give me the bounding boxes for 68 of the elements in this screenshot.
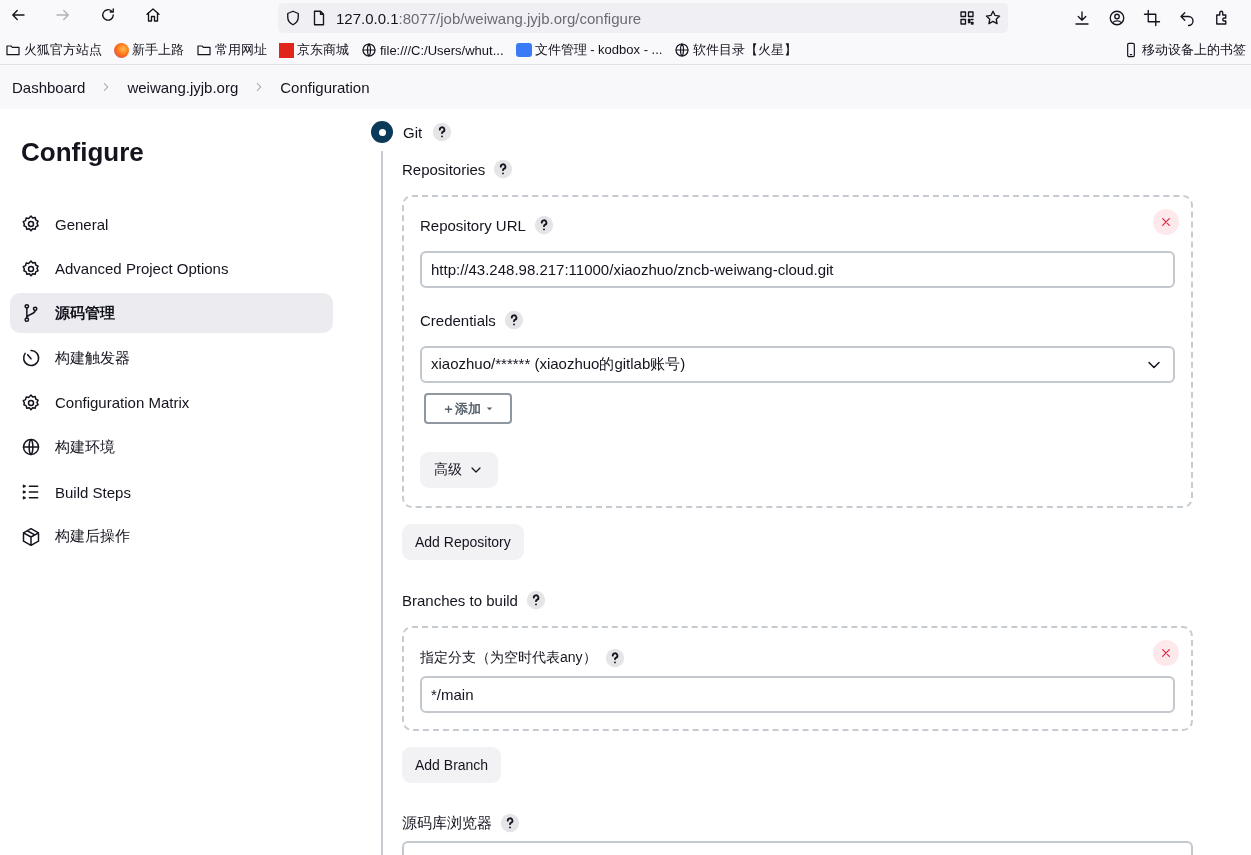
folder-icon xyxy=(196,42,212,58)
help-icon xyxy=(525,590,546,610)
bookmark-link[interactable]: 文件管理 - kodbox - ... xyxy=(534,41,663,59)
sidebar-item[interactable]: Configuration Matrix xyxy=(10,382,333,423)
undo-icon xyxy=(1178,9,1196,27)
crop-icon xyxy=(1143,9,1161,27)
help-icon xyxy=(493,159,514,179)
help-icon xyxy=(500,813,520,833)
breadcrumb-link[interactable]: Configuration xyxy=(280,78,370,96)
reload-icon xyxy=(99,6,117,24)
help-icon xyxy=(503,310,524,330)
account-icon xyxy=(1108,9,1126,27)
input-field[interactable]: http://43.248.98.217:11000/xiaozhuo/zncb-weiwang-cloud.git xyxy=(420,251,1175,288)
timer-icon xyxy=(21,348,41,369)
advanced-button[interactable]: 高级 xyxy=(420,452,498,488)
sidebar-item[interactable]: 构建后操作 xyxy=(10,516,333,557)
package-icon xyxy=(21,526,41,547)
input-field[interactable]: */main xyxy=(420,676,1175,713)
breadcrumb-link[interactable]: Dashboard xyxy=(12,78,86,96)
page-title: Configure xyxy=(21,137,145,168)
app-logo-icon xyxy=(515,43,532,57)
field-label: 指定分支（为空时代表any） xyxy=(420,649,597,667)
download-icon xyxy=(1073,9,1091,27)
bookmark-link[interactable]: 新手上路 xyxy=(132,41,184,59)
address-bar[interactable]: 127.0.0.1:8077/job/weiwang.jyjb.org/configure xyxy=(278,3,1008,33)
section-label: 源码库浏览器 xyxy=(402,813,492,833)
field-label: Credentials xyxy=(420,311,496,329)
sidebar-item[interactable]: Build Steps xyxy=(10,472,333,513)
radio-button[interactable] xyxy=(371,121,393,143)
help-icon xyxy=(533,215,554,235)
credentials-dropdown[interactable]: xiaozhuo/****** (xiaozhuo的gitlab账号) xyxy=(420,346,1175,383)
bookmark-link[interactable]: 软件目录【火星】 xyxy=(693,41,798,59)
bookmark-link[interactable]: 火狐官方站点 xyxy=(24,41,102,59)
bookmark-link[interactable]: 常用网址 xyxy=(215,41,267,59)
add-credentials-button[interactable]: ＋添加 xyxy=(424,393,512,424)
section-label: Repositories xyxy=(402,160,486,178)
option-label: Git xyxy=(403,123,423,141)
breadcrumb-link[interactable]: weiwang.jyjb.org xyxy=(127,78,239,96)
help-icon xyxy=(432,122,453,142)
remove-button[interactable] xyxy=(1153,640,1179,666)
bookmark-link[interactable]: file:///C:/Users/whut... xyxy=(380,42,504,58)
section-label: Branches to build xyxy=(402,591,518,609)
store-logo-icon xyxy=(279,42,294,58)
folder-icon xyxy=(5,42,21,58)
add-branch-button[interactable]: Add Branch xyxy=(402,747,502,783)
sidebar-item[interactable]: Advanced Project Options xyxy=(10,248,333,289)
gear-icon xyxy=(21,258,41,279)
bookmark-link[interactable]: 京东商城 xyxy=(297,41,349,59)
globe-icon xyxy=(21,437,41,458)
home-icon xyxy=(144,6,162,24)
remove-button[interactable] xyxy=(1153,209,1179,235)
help-icon xyxy=(604,648,625,668)
sidebar-item[interactable]: 源码管理 xyxy=(10,293,333,334)
gear-icon xyxy=(21,392,41,413)
globe-icon xyxy=(361,42,377,58)
sidebar-item[interactable]: 构建环境 xyxy=(10,427,333,468)
gear-icon xyxy=(21,214,41,234)
url-text: 127.0.0.1:8077/job/weiwang.jyjb.org/configure xyxy=(336,9,643,27)
shield-icon xyxy=(284,9,302,27)
bookmark-link[interactable]: 移动设备上的书签 xyxy=(1142,41,1246,59)
field-label: Repository URL xyxy=(420,216,526,234)
sidebar-item[interactable]: 构建触发器 xyxy=(10,338,333,379)
star-icon xyxy=(984,9,1002,27)
browser-logo-icon xyxy=(114,42,129,58)
globe-icon xyxy=(674,42,691,58)
qr-code-icon xyxy=(958,9,976,27)
add-repository-button[interactable]: Add Repository xyxy=(402,524,524,560)
sidebar-item[interactable]: General xyxy=(10,204,333,244)
